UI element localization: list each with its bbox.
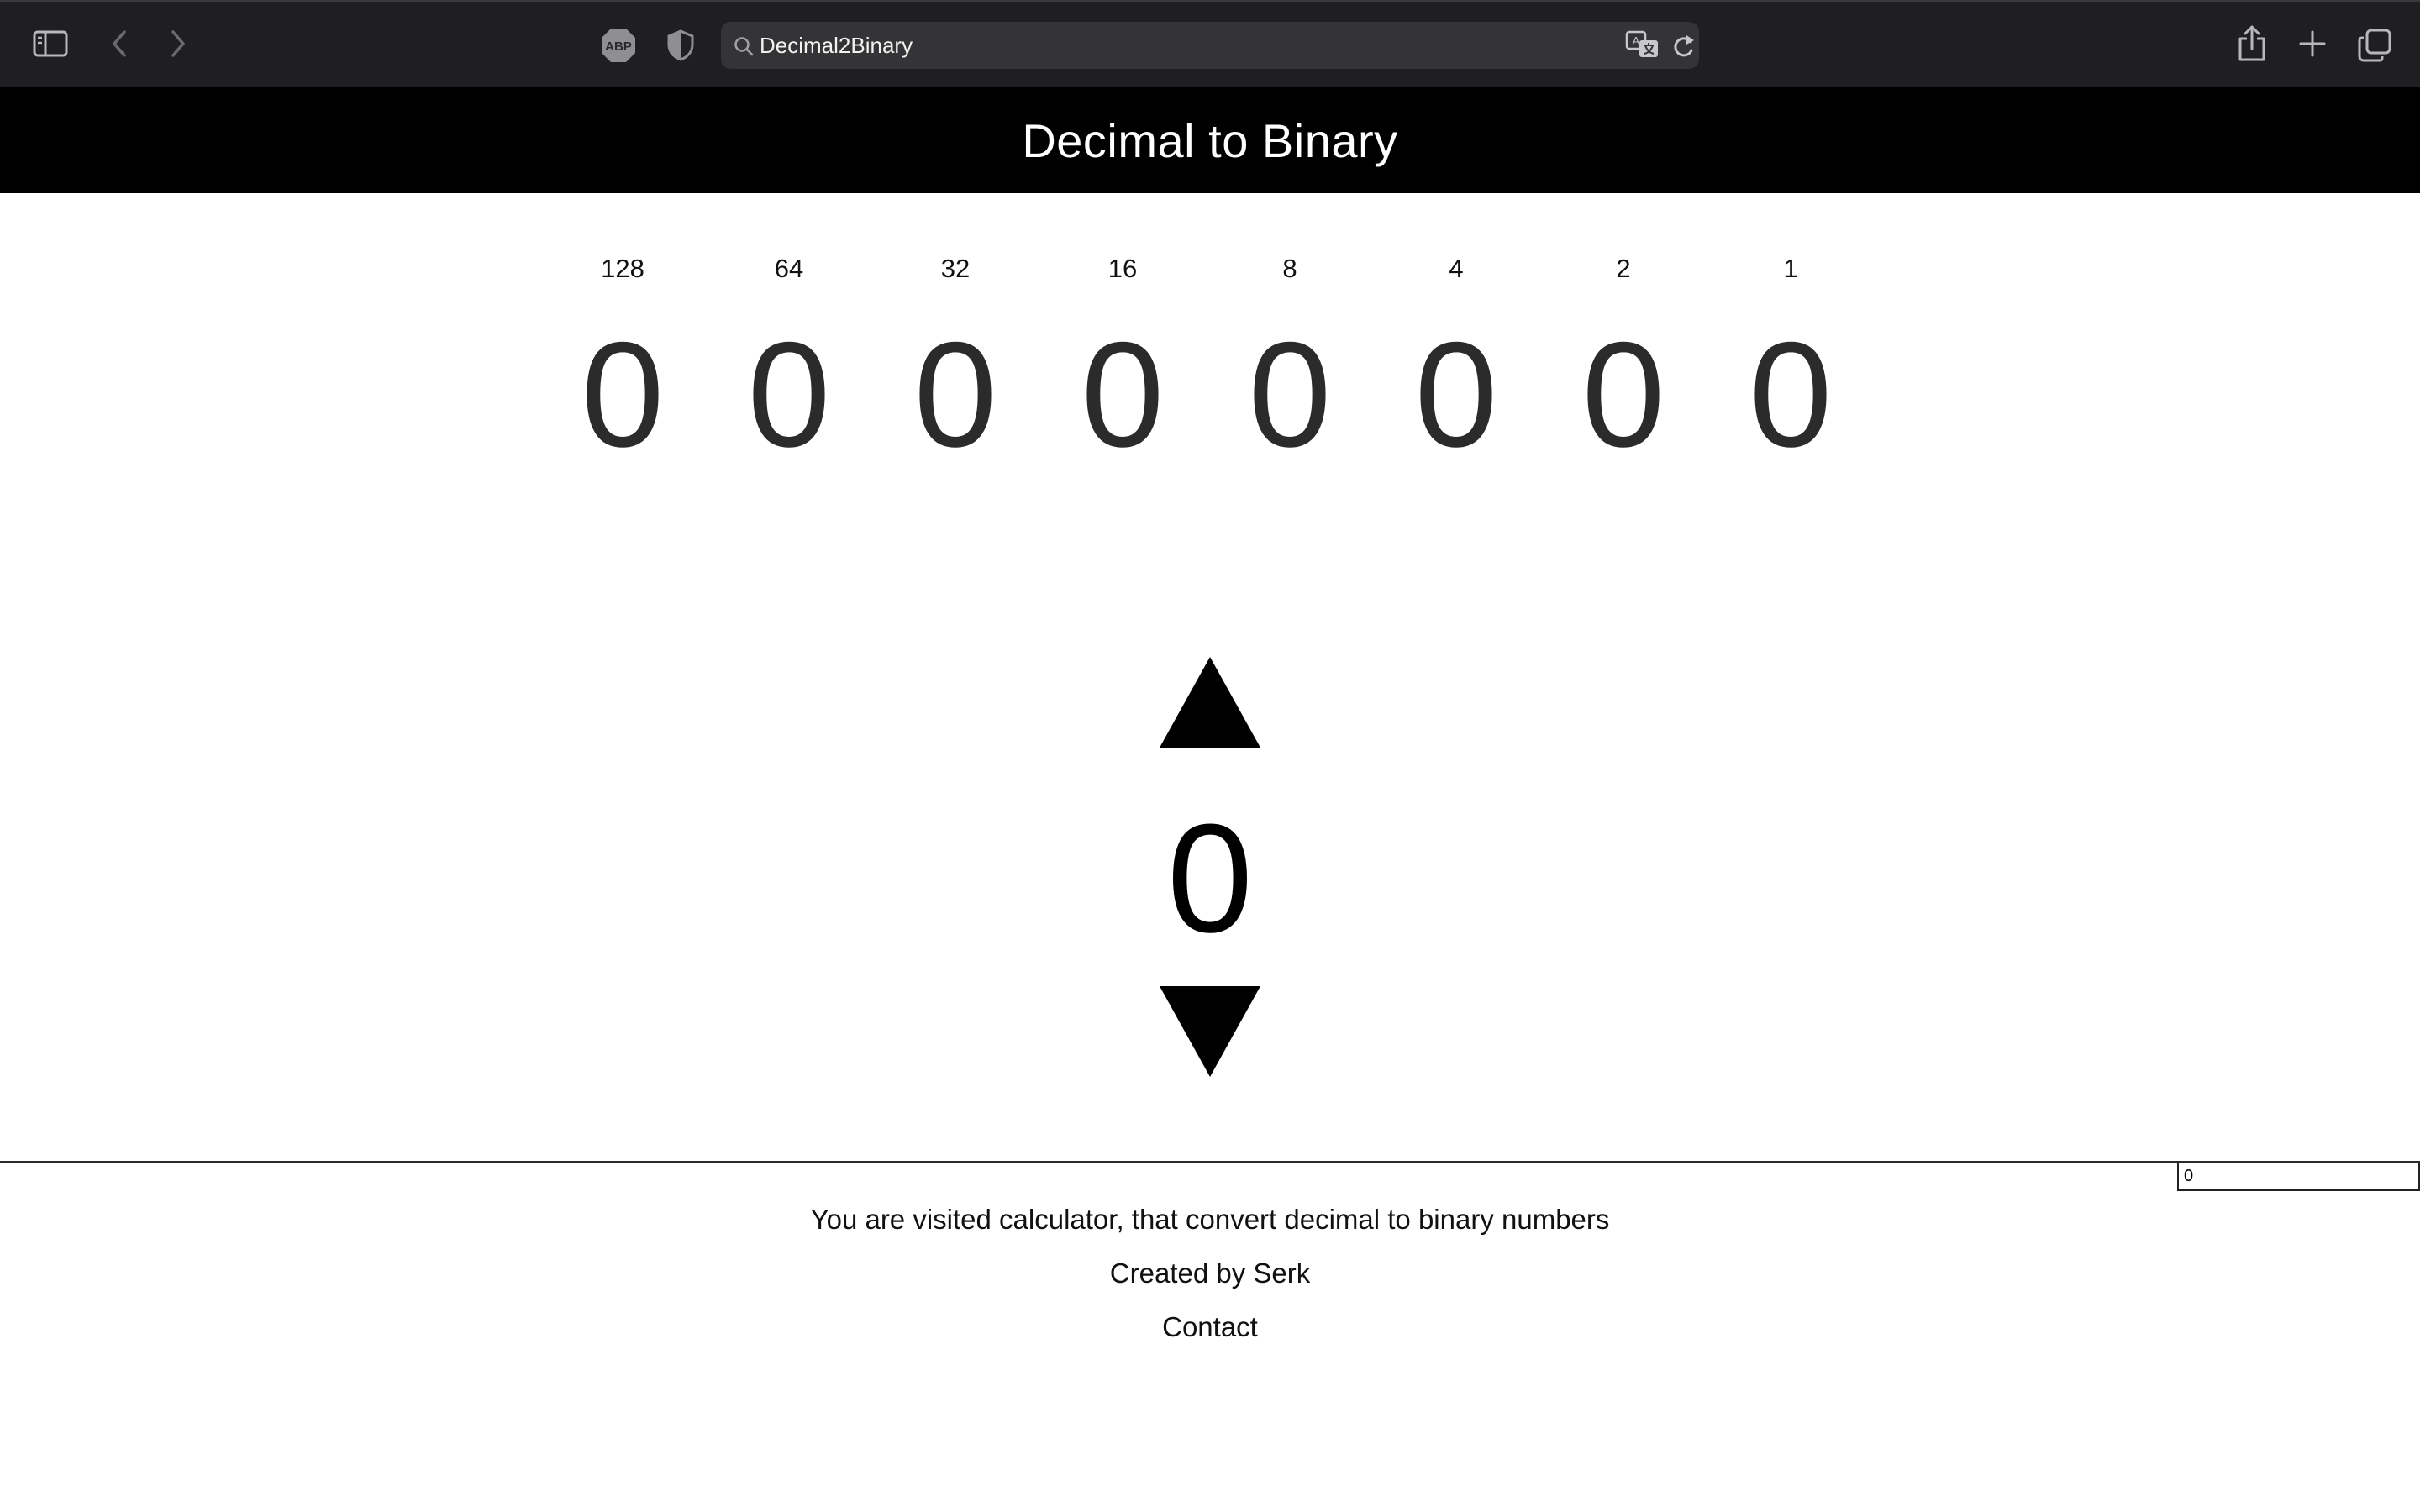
bit-column-128[interactable]: 128 0 [539, 252, 707, 470]
bit-value[interactable]: 0 [871, 319, 1039, 470]
divider [0, 1161, 2420, 1163]
bit-weight-label: 128 [601, 254, 644, 283]
plus-icon[interactable] [2296, 27, 2329, 60]
svg-text:A: A [1633, 34, 1640, 47]
reload-icon[interactable] [1670, 32, 1696, 60]
bit-column-8[interactable]: 8 0 [1206, 252, 1374, 470]
translate-icon[interactable]: A [1625, 30, 1660, 60]
address-text[interactable]: Decimal2Binary [760, 22, 913, 69]
bit-value[interactable]: 0 [1206, 319, 1374, 470]
bit-column-4[interactable]: 4 0 [1372, 252, 1540, 470]
bit-value[interactable]: 0 [1707, 319, 1875, 470]
bit-value[interactable]: 0 [705, 319, 873, 470]
bit-weight-label: 32 [940, 254, 971, 283]
share-icon[interactable] [2235, 24, 2269, 64]
decrement-arrow-icon[interactable] [1158, 984, 1262, 1079]
footer-description: You are visited calculator, that convert… [810, 1204, 1610, 1235]
contact-link[interactable]: Contact [0, 1300, 2420, 1354]
page-header: Decimal to Binary [0, 87, 2420, 193]
bits-row: 128 0 64 0 32 0 16 0 8 0 4 0 2 0 1 0 [0, 252, 2420, 487]
sidebar-icon[interactable] [32, 29, 69, 59]
bit-value[interactable]: 0 [1539, 319, 1707, 470]
forward-icon[interactable] [163, 27, 193, 60]
address-bar[interactable]: Decimal2Binary A [721, 22, 1699, 69]
footer: You are visited calculator, that convert… [0, 1193, 2420, 1354]
tabs-overview-icon[interactable] [2356, 27, 2393, 64]
shield-icon[interactable] [666, 29, 696, 62]
bit-column-16[interactable]: 16 0 [1039, 252, 1207, 470]
bit-weight-label: 8 [1282, 254, 1297, 283]
bit-value[interactable]: 0 [539, 319, 707, 470]
adblock-label: ABP [605, 39, 632, 54]
bit-weight-label: 1 [1783, 254, 1798, 283]
browser-toolbar: ABP Decimal2Binary A [0, 0, 2420, 87]
decimal-input[interactable] [2177, 1163, 2420, 1191]
bit-weight-label: 16 [1107, 254, 1138, 283]
search-icon [733, 35, 755, 57]
footer-credit: Created by Serk [1109, 1257, 1311, 1289]
bit-weight-label: 2 [1616, 254, 1631, 283]
bit-column-1[interactable]: 1 0 [1707, 252, 1875, 470]
bit-weight-label: 64 [774, 254, 804, 283]
bit-column-32[interactable]: 32 0 [871, 252, 1039, 470]
page-title: Decimal to Binary [1022, 113, 1398, 167]
bit-value[interactable]: 0 [1372, 319, 1540, 470]
decimal-value: 0 [1166, 791, 1254, 964]
bit-column-64[interactable]: 64 0 [705, 252, 873, 470]
increment-arrow-icon[interactable] [1158, 655, 1262, 749]
back-icon[interactable] [104, 27, 134, 60]
bit-value[interactable]: 0 [1039, 319, 1207, 470]
adblock-icon[interactable]: ABP [600, 27, 637, 64]
bit-column-2[interactable]: 2 0 [1539, 252, 1707, 470]
bit-weight-label: 4 [1449, 254, 1464, 283]
